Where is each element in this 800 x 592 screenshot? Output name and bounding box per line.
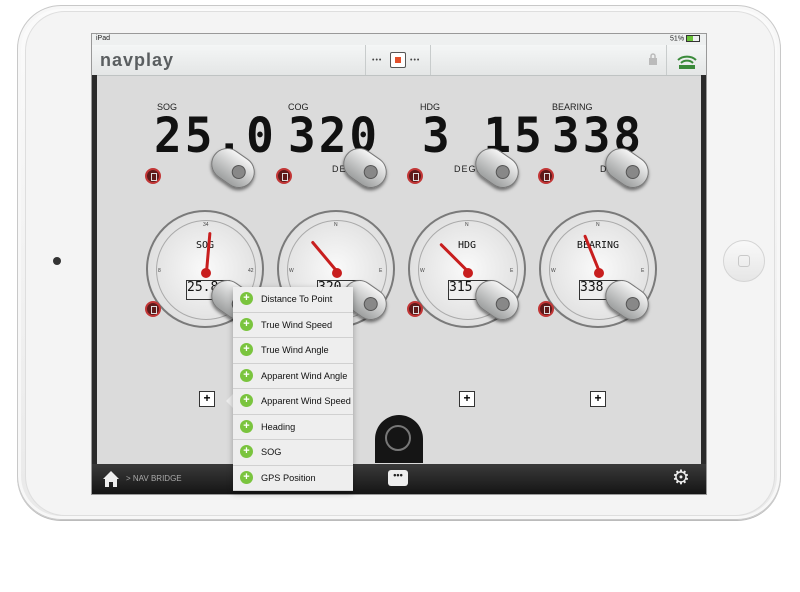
battery-text: 51% [670,35,685,43]
add-icon: + [240,292,253,305]
helm-wheel-icon[interactable] [375,415,423,463]
page-selector[interactable]: ••• ••• [365,45,431,75]
device-label: iPad [96,35,111,42]
instrument-delete-button[interactable] [538,168,554,184]
dial-delete-button[interactable] [538,301,554,317]
dial-delete-button[interactable] [145,301,161,317]
menu-item-apparent-wind-speed[interactable]: + Apparent Wind Speed [233,389,353,415]
prev-dots-icon[interactable]: ••• [372,57,382,64]
menu-item-distance-to-point[interactable]: + Distance To Point [233,287,353,313]
menu-item-gps-position[interactable]: + GPS Position [233,466,353,491]
dash-frame-right [701,75,706,465]
lock-icon[interactable] [648,53,658,65]
add-icon: + [240,343,253,356]
camera-icon [53,257,61,265]
instrument-delete-button[interactable] [276,168,292,184]
dial-delete-button[interactable] [407,301,423,317]
menu-item-true-wind-angle[interactable]: + True Wind Angle [233,338,353,364]
instrument-delete-button[interactable] [407,168,423,184]
menu-arrow [226,394,233,408]
dial-name: SOG [195,240,215,251]
chat-icon[interactable]: ••• [388,470,408,486]
instrument-delete-button[interactable] [145,168,161,184]
instrument-picker-menu: + Distance To Point + True Wind Speed + Tru… [233,287,353,491]
home-icon[interactable] [102,470,120,488]
battery-indicator: 51% [670,35,700,42]
app-toolbar: navplay ••• ••• [92,45,706,76]
breadcrumb[interactable]: > NAV BRIDGE [126,474,182,483]
status-bar: iPad 51% [92,34,706,45]
wireless-icon [677,55,697,69]
dial-name: HDG [457,240,477,251]
dial-name: BEARING [576,240,620,251]
add-icon: + [240,419,253,433]
app-logo: navplay [100,50,175,70]
add-instrument-button[interactable]: + [590,391,606,407]
menu-item-apparent-wind-angle[interactable]: + Apparent Wind Angle [233,364,353,389]
connection-button[interactable] [666,45,706,75]
add-icon: + [240,394,253,407]
menu-item-heading[interactable]: + Heading [233,415,353,440]
add-icon: + [240,445,253,458]
add-instrument-button[interactable]: + [199,391,215,407]
screen: iPad 51% navplay ••• ••• SOG 25.0 COG 32… [91,33,707,495]
menu-item-true-wind-speed[interactable]: + True Wind Speed [233,313,353,338]
next-dots-icon[interactable]: ••• [410,57,420,64]
add-icon: + [240,317,253,331]
page-icon[interactable] [390,52,406,68]
gear-icon[interactable]: ⚙ [672,468,690,488]
add-icon: + [240,470,253,484]
battery-icon [686,35,700,42]
add-instrument-button[interactable]: + [459,391,475,407]
add-icon: + [240,368,253,382]
home-button[interactable] [723,240,765,282]
menu-item-sog[interactable]: + SOG [233,440,353,466]
